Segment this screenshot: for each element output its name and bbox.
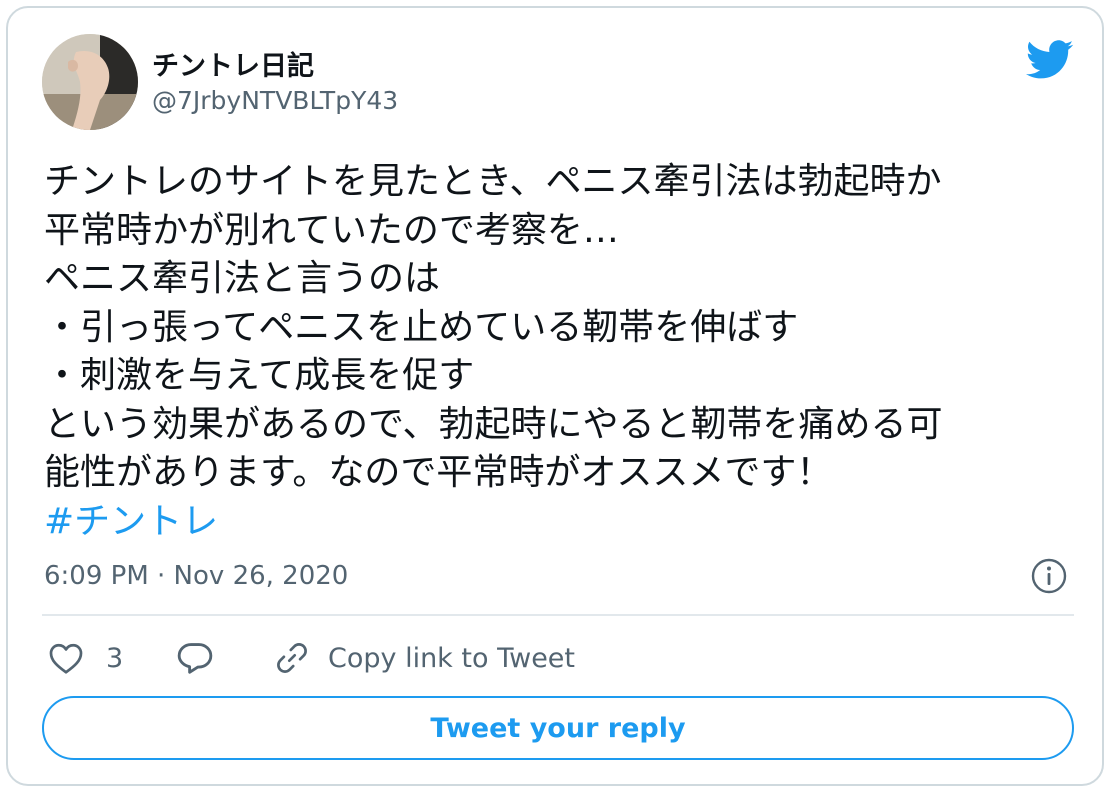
- tweet-line: 平常時かが別れていたので考察を…: [44, 209, 619, 251]
- copy-link-button[interactable]: Copy link to Tweet: [274, 638, 575, 678]
- user-handle[interactable]: @7JrbyNTVBLTpY43: [152, 86, 398, 115]
- like-button[interactable]: 3: [48, 638, 123, 678]
- tweet-timestamp[interactable]: 6:09 PM · Nov 26, 2020: [44, 561, 348, 591]
- link-icon: [274, 640, 310, 676]
- tweet-line: ・刺激を与えて成長を促す: [44, 355, 475, 396]
- tweet-line: ペニス牽引法と言うのは: [44, 258, 441, 299]
- avatar[interactable]: [42, 34, 138, 130]
- display-name[interactable]: チントレ日記: [152, 44, 314, 83]
- copy-link-label: Copy link to Tweet: [328, 642, 576, 674]
- tweet-card: チントレ日記 @7JrbyNTVBLTpY43 チントレのサイトを見たとき、ペニ…: [6, 6, 1104, 786]
- tweet-text: チントレのサイトを見たとき、ペニス牽引法は勃起時か 平常時かが別れていたので考察…: [44, 158, 1074, 546]
- divider: [42, 614, 1074, 616]
- reply-button[interactable]: [176, 638, 214, 678]
- avatar-image: [42, 34, 138, 130]
- twitter-bird-icon[interactable]: [1026, 40, 1074, 80]
- reply-bubble-icon: [176, 640, 214, 676]
- tweet-line: チントレのサイトを見たとき、ペニス牽引法は勃起時か: [44, 161, 942, 202]
- hashtag-link[interactable]: #チントレ: [44, 498, 1074, 547]
- info-icon[interactable]: [1030, 557, 1068, 595]
- tweet-your-reply-button[interactable]: Tweet your reply: [42, 696, 1074, 760]
- tweet-line: という効果があるので、勃起時にやると靭帯を痛める可: [44, 403, 943, 445]
- tweet-line: 能性があります。なので平常時がオススメです！: [44, 452, 833, 493]
- tweet-line: ・引っ張ってペニスを止めている靭帯を伸ばす: [44, 306, 799, 348]
- heart-icon: [48, 641, 84, 675]
- like-count: 3: [106, 642, 124, 674]
